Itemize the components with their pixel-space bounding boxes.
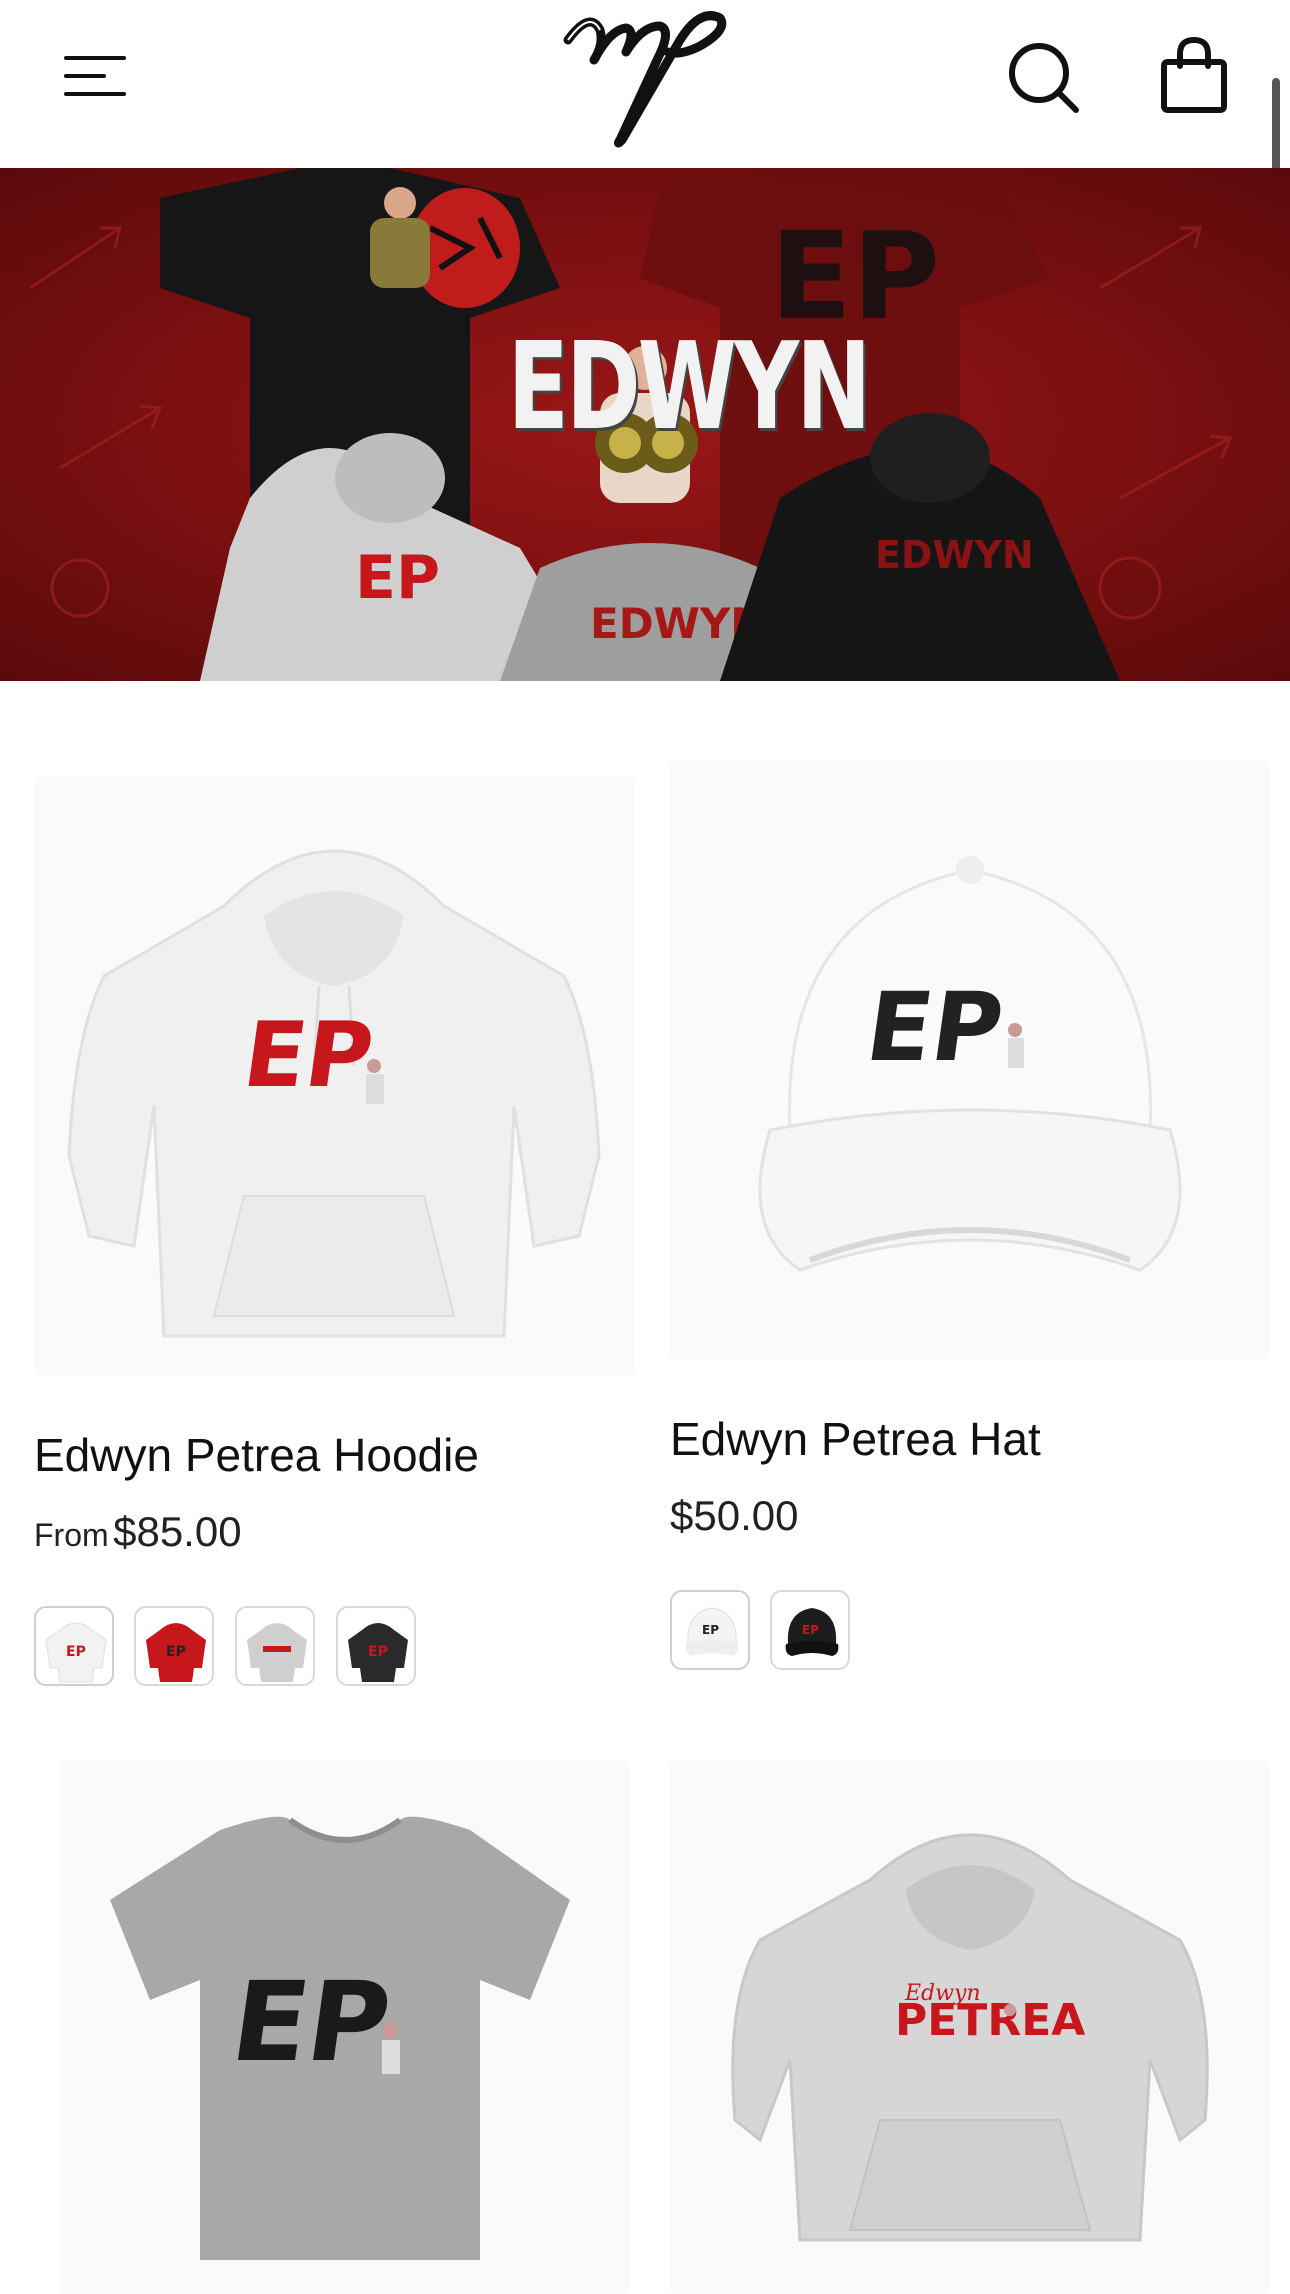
svg-text:EP: EP [368, 1644, 388, 1660]
svg-text:Edwyn: Edwyn [904, 1981, 981, 2006]
product-price: $50.00 [670, 1492, 799, 1539]
product-card-hoodie[interactable]: EP Edwyn Petrea Hoodie From $85.00 EP EP… [0, 690, 645, 1690]
shopping-bag-icon[interactable] [1158, 36, 1230, 114]
hero-banner[interactable]: EP EP EDWYN EDWYN EDWYN [0, 168, 1290, 681]
svg-text:EP: EP [860, 971, 1010, 1082]
search-icon[interactable] [1006, 40, 1080, 114]
product-image[interactable]: EP [670, 760, 1270, 1360]
swatch-white[interactable]: EP [670, 1590, 750, 1670]
product-title[interactable]: Edwyn Petrea Hat [670, 1412, 1041, 1466]
product-price: $85.00 [113, 1508, 242, 1555]
product-price-row: From $85.00 [34, 1508, 242, 1556]
price-prefix: From [34, 1517, 109, 1553]
product-image[interactable]: PETREA Edwyn [670, 1760, 1270, 2294]
svg-text:EP: EP [702, 1623, 719, 1637]
product-title[interactable]: Edwyn Petrea Hoodie [34, 1428, 479, 1482]
svg-text:EP: EP [237, 1003, 379, 1107]
swatch-black[interactable]: EP [770, 1590, 850, 1670]
product-price-row: $50.00 [670, 1492, 798, 1540]
brand-logo[interactable] [560, 0, 730, 150]
svg-text:EP: EP [166, 1644, 186, 1660]
swatch-black[interactable]: EP [336, 1606, 416, 1686]
swatch-red[interactable]: EP [134, 1606, 214, 1686]
product-card-petrea-hoodie[interactable]: PETREA Edwyn [645, 1760, 1290, 2294]
swatch-white[interactable]: EP [34, 1606, 114, 1686]
svg-text:EP: EP [355, 543, 440, 613]
petrea-hoodie-graphic: PETREA Edwyn [731, 1833, 1209, 2242]
svg-text:EP: EP [224, 1959, 398, 2087]
menu-icon[interactable] [62, 52, 130, 100]
hoodie-graphic: EP [67, 849, 601, 1338]
product-image[interactable]: EP [60, 1760, 630, 2294]
site-header [0, 0, 1290, 168]
product-card-hat[interactable]: EP Edwyn Petrea Hat $50.00 EP EP [645, 690, 1290, 1690]
hat-graphic: EP [758, 856, 1182, 1272]
hero-title: EDWYN [507, 318, 872, 457]
product-image[interactable]: EP [34, 776, 634, 1376]
product-card-tshirt[interactable]: EP [0, 1760, 645, 2294]
svg-text:EP: EP [66, 1644, 86, 1660]
svg-text:EDWYN: EDWYN [875, 533, 1034, 577]
swatch-grey[interactable] [235, 1606, 315, 1686]
svg-text:EP: EP [802, 1623, 819, 1637]
tshirt-graphic: EP [110, 1816, 570, 2260]
